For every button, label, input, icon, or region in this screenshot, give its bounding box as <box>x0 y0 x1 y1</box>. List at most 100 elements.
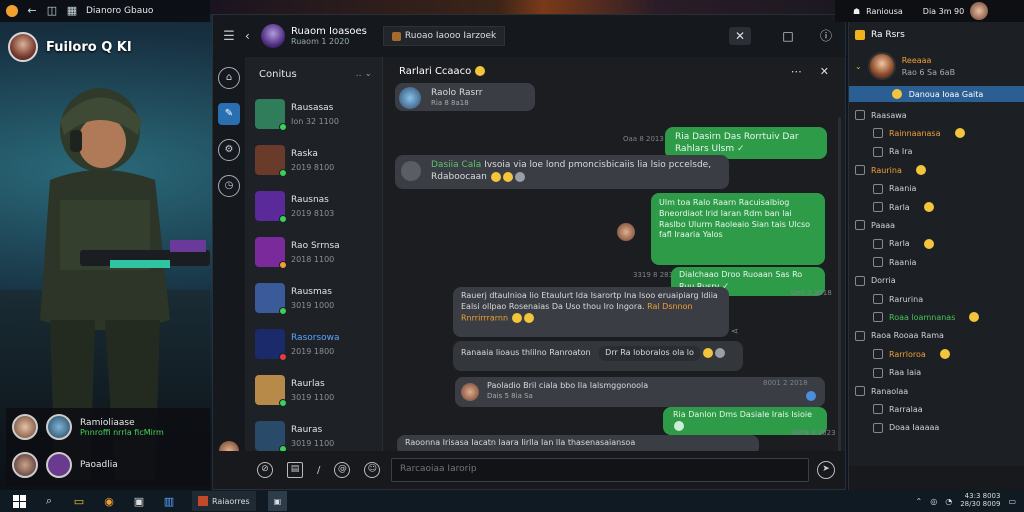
emoji-icon <box>939 349 950 360</box>
taskbar-app-active[interactable]: ▣ <box>267 491 288 511</box>
menu-icon[interactable]: ☰ <box>213 29 245 44</box>
grid-icon[interactable]: ▦ <box>66 5 78 17</box>
people-icon[interactable]: ☗ <box>853 7 860 16</box>
maximize-icon[interactable]: □ <box>777 27 799 45</box>
contact-row[interactable]: Rausmas 3019 1000 <box>245 275 382 321</box>
friend-row[interactable]: Raurina <box>849 161 1024 179</box>
settings-icon[interactable]: ⚙ <box>218 139 240 161</box>
contact-name: Raurlas <box>291 378 325 389</box>
friend-row[interactable]: Rarla <box>849 235 1024 253</box>
message-time: Unn 3 3018 <box>791 289 832 297</box>
chat-icon[interactable]: ✎ <box>218 103 240 125</box>
contact-row[interactable]: Rao Srrnsa 2018 1100 <box>245 229 382 275</box>
slash-icon[interactable]: / <box>317 465 320 476</box>
friend-row[interactable]: Raoa Rooaa Rama <box>849 327 1024 345</box>
contact-sub: 2018 1100 <box>291 254 335 264</box>
search-icon[interactable]: ⌕ <box>38 490 60 512</box>
friend-name: Doaa Iaaaaa <box>889 423 940 433</box>
friend-row[interactable]: Ranaolaa <box>849 382 1024 400</box>
notification-icon[interactable]: ▭ <box>1008 497 1016 506</box>
emoji-icon <box>502 171 513 182</box>
store-icon[interactable]: ▥ <box>158 490 180 512</box>
friend-row[interactable]: Dorria <box>849 272 1024 290</box>
presence-indicator <box>279 353 287 361</box>
contact-row[interactable]: Rausasas Ion 32 1100 <box>245 91 382 137</box>
friend-row[interactable]: Rarrloroa <box>849 345 1024 363</box>
friend-row[interactable]: Rarla <box>849 198 1024 216</box>
file-explorer-icon[interactable]: ▭ <box>68 490 90 512</box>
attach-icon[interactable]: ⊘ <box>257 462 273 478</box>
message-bubble-incoming[interactable]: Ranaaia lioaus thlilno Ranroaton Drr Ra … <box>453 341 743 371</box>
background-friend-row[interactable]: Ramioliaase Pnnroffi nrrla ficMirm <box>6 408 210 446</box>
contact-sub: 2019 1800 <box>291 346 335 356</box>
info-icon[interactable]: ⓘ <box>815 27 837 45</box>
status-chip[interactable]: Ruoao Iaooo Iarzoek <box>382 26 506 46</box>
message-bubble-outgoing[interactable]: Ulm toa Ralo Raarn Racuisalbiog Bneordia… <box>651 193 825 265</box>
share-icon[interactable]: ⋖ <box>731 327 739 337</box>
friend-row[interactable]: Ra Ira <box>849 143 1024 161</box>
contact-row[interactable]: Raurlas 3019 1100 <box>245 367 382 413</box>
message-bubble-incoming[interactable]: Raolo Rasrr Ria 8 8a18 <box>395 83 535 111</box>
contact-row[interactable]: Raska 2019 8100 <box>245 137 382 183</box>
friend-row[interactable]: Raasawa <box>849 106 1024 124</box>
friend-status-icon <box>873 238 883 249</box>
conversation-avatar[interactable] <box>261 24 285 48</box>
message-time: 8001 2 2018 <box>763 379 808 387</box>
volume-icon[interactable]: ◔ <box>945 497 952 506</box>
friend-status-icon <box>855 220 865 231</box>
friends-self-row[interactable]: ⌄ Reeaaa Rao 6 Sa 6aB <box>849 48 1024 84</box>
mention-icon[interactable]: @ <box>334 462 351 478</box>
conversation-scrollbar[interactable] <box>838 117 841 477</box>
back-icon[interactable]: ‹ <box>245 29 259 43</box>
friend-row[interactable]: Paaaa <box>849 216 1024 234</box>
reaction-icon[interactable] <box>806 391 816 401</box>
friends-banner[interactable]: Danoua Ioaa Gaita <box>849 86 1024 102</box>
conversation-header-title: Rarlari Ccaaco <box>399 65 472 77</box>
emoji-icon <box>954 128 965 139</box>
friend-row[interactable]: Raania <box>849 253 1024 271</box>
message-bubble-incoming[interactable]: Rauerj dtaulnioa lio Etaulurt Ida Isaror… <box>453 287 729 337</box>
background-window-title: Dianoro Gbauo <box>86 6 154 16</box>
friend-row[interactable]: Rainnaanasa <box>849 124 1024 142</box>
contact-list-header: Conitus ‥ ⌄ <box>245 57 382 91</box>
image-icon[interactable]: ▤ <box>287 462 303 478</box>
clock[interactable]: 43:3 8003 28/30 8009 <box>960 493 1000 508</box>
send-icon[interactable]: ➤ <box>817 461 835 479</box>
chevron-up-icon[interactable]: ⌃ <box>916 497 923 506</box>
background-friend-row[interactable]: Paoadlia <box>6 446 210 484</box>
contact-list: Conitus ‥ ⌄ Rausasas Ion 32 1100 Raska 2019… <box>245 57 383 489</box>
gamepad-icon[interactable]: ◫ <box>46 5 58 17</box>
message-bubble-incoming[interactable]: Dasiia Cala Ivsoia via loe lond pmoncisb… <box>395 155 729 189</box>
start-icon[interactable] <box>8 490 30 512</box>
message-input[interactable]: Rarcaoiaa Iarorip <box>391 458 809 482</box>
clock-icon[interactable]: ◷ <box>218 175 240 197</box>
friend-status-icon <box>873 367 883 378</box>
terminal-icon[interactable]: ▣ <box>128 490 150 512</box>
friend-row[interactable]: Doaa Iaaaaa <box>849 419 1024 437</box>
friend-row[interactable]: Rarurina <box>849 290 1024 308</box>
home-icon[interactable]: ⌂ <box>218 67 240 89</box>
friend-row[interactable]: Raania <box>849 180 1024 198</box>
friend-row[interactable]: Roaa loamnanas <box>849 308 1024 326</box>
network-icon[interactable]: ◎ <box>930 497 937 506</box>
contact-row[interactable]: Rasorsowa 2019 1800 <box>245 321 382 367</box>
friend-status-icon <box>855 275 865 286</box>
contact-list-controls[interactable]: ‥ ⌄ <box>356 69 372 79</box>
chevron-down-icon[interactable]: ⌄ <box>855 62 862 71</box>
app-logo-icon[interactable] <box>6 5 18 17</box>
friend-status-icon <box>873 294 883 304</box>
friend-row[interactable]: Raa Iaia <box>849 364 1024 382</box>
avatar[interactable] <box>970 2 989 20</box>
background-profile[interactable]: Fuiloro Q KI <box>8 32 132 62</box>
pin-icon[interactable]: ✕ <box>729 27 751 45</box>
browser-icon[interactable]: ◉ <box>98 490 120 512</box>
back-arrow-icon[interactable]: ← <box>26 5 38 17</box>
more-icon[interactable]: ⋯ <box>791 65 802 78</box>
friend-name: Rarralaa <box>889 404 923 414</box>
emoji-picker-icon[interactable]: ☺ <box>364 462 381 478</box>
close-conversation-icon[interactable]: ✕ <box>820 65 829 78</box>
contact-row[interactable]: Rausnas 2019 8103 <box>245 183 382 229</box>
taskbar-app[interactable]: Raiaorres <box>192 491 256 511</box>
friend-name: Rarurina <box>889 294 924 304</box>
friend-row[interactable]: Rarralaa <box>849 400 1024 418</box>
